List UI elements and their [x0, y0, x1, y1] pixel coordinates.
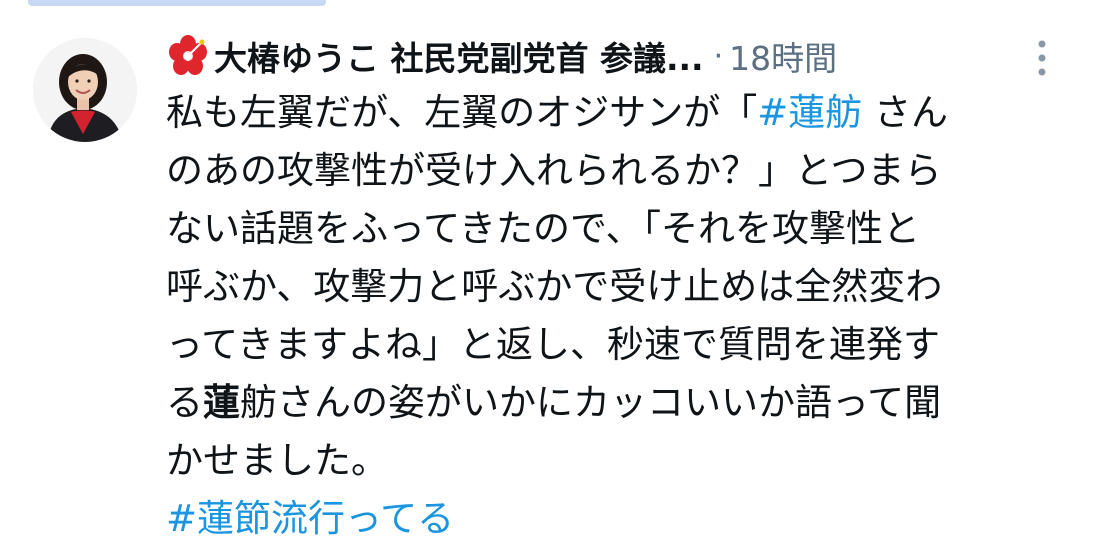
- text-run: 私も左翼だが、左翼のオジサンが「: [166, 91, 758, 134]
- tweet[interactable]: 大椿ゆうこ 社民党副党首 参議... · 18時間 私も左翼だが、左翼のオジサン…: [0, 0, 1096, 540]
- tweet-line: のあの攻撃性が受け入れられるか？」とつまら: [166, 149, 942, 192]
- author-name[interactable]: 大椿ゆうこ 社民党副党首 参議...: [214, 32, 704, 80]
- tweet-text: 私も左翼だが、左翼のオジサンが「#蓮舫 さん のあの攻撃性が受け入れられるか？」…: [166, 84, 1066, 548]
- tweet-line: ってきますよね」と返し、秒速で質問を連発す: [166, 323, 941, 366]
- header-separator: ·: [713, 38, 724, 74]
- tweet-line: ない話題をふってきたので、「それを攻撃性と: [166, 207, 921, 250]
- hibiscus-icon: [169, 35, 207, 75]
- tweet-timestamp[interactable]: 18時間: [729, 32, 837, 80]
- hashtag-link[interactable]: #蓮節流行ってる: [166, 490, 1066, 548]
- text-run: 舫さんの姿がいかにカッコいいか語って聞: [240, 381, 942, 424]
- tweet-line: 呼ぶか、攻撃力と呼ぶかで受け止めは全然変わ: [166, 265, 943, 308]
- avatar[interactable]: [33, 38, 137, 142]
- tweet-header: 大椿ゆうこ 社民党副党首 参議... · 18時間: [166, 30, 1046, 82]
- text-run-bold: 蓮: [203, 381, 240, 424]
- tweet-line: かせました。: [166, 439, 388, 482]
- hashtag-link[interactable]: #蓮舫: [757, 91, 862, 134]
- more-vertical-icon[interactable]: [1030, 38, 1054, 78]
- text-run: さん: [862, 91, 949, 134]
- text-run: る: [166, 381, 203, 424]
- tweet-line: 私も左翼だが、左翼のオジサンが「#蓮舫 さん: [166, 84, 1066, 142]
- tweet-line: る蓮舫さんの姿がいかにカッコいいか語って聞: [166, 374, 1066, 432]
